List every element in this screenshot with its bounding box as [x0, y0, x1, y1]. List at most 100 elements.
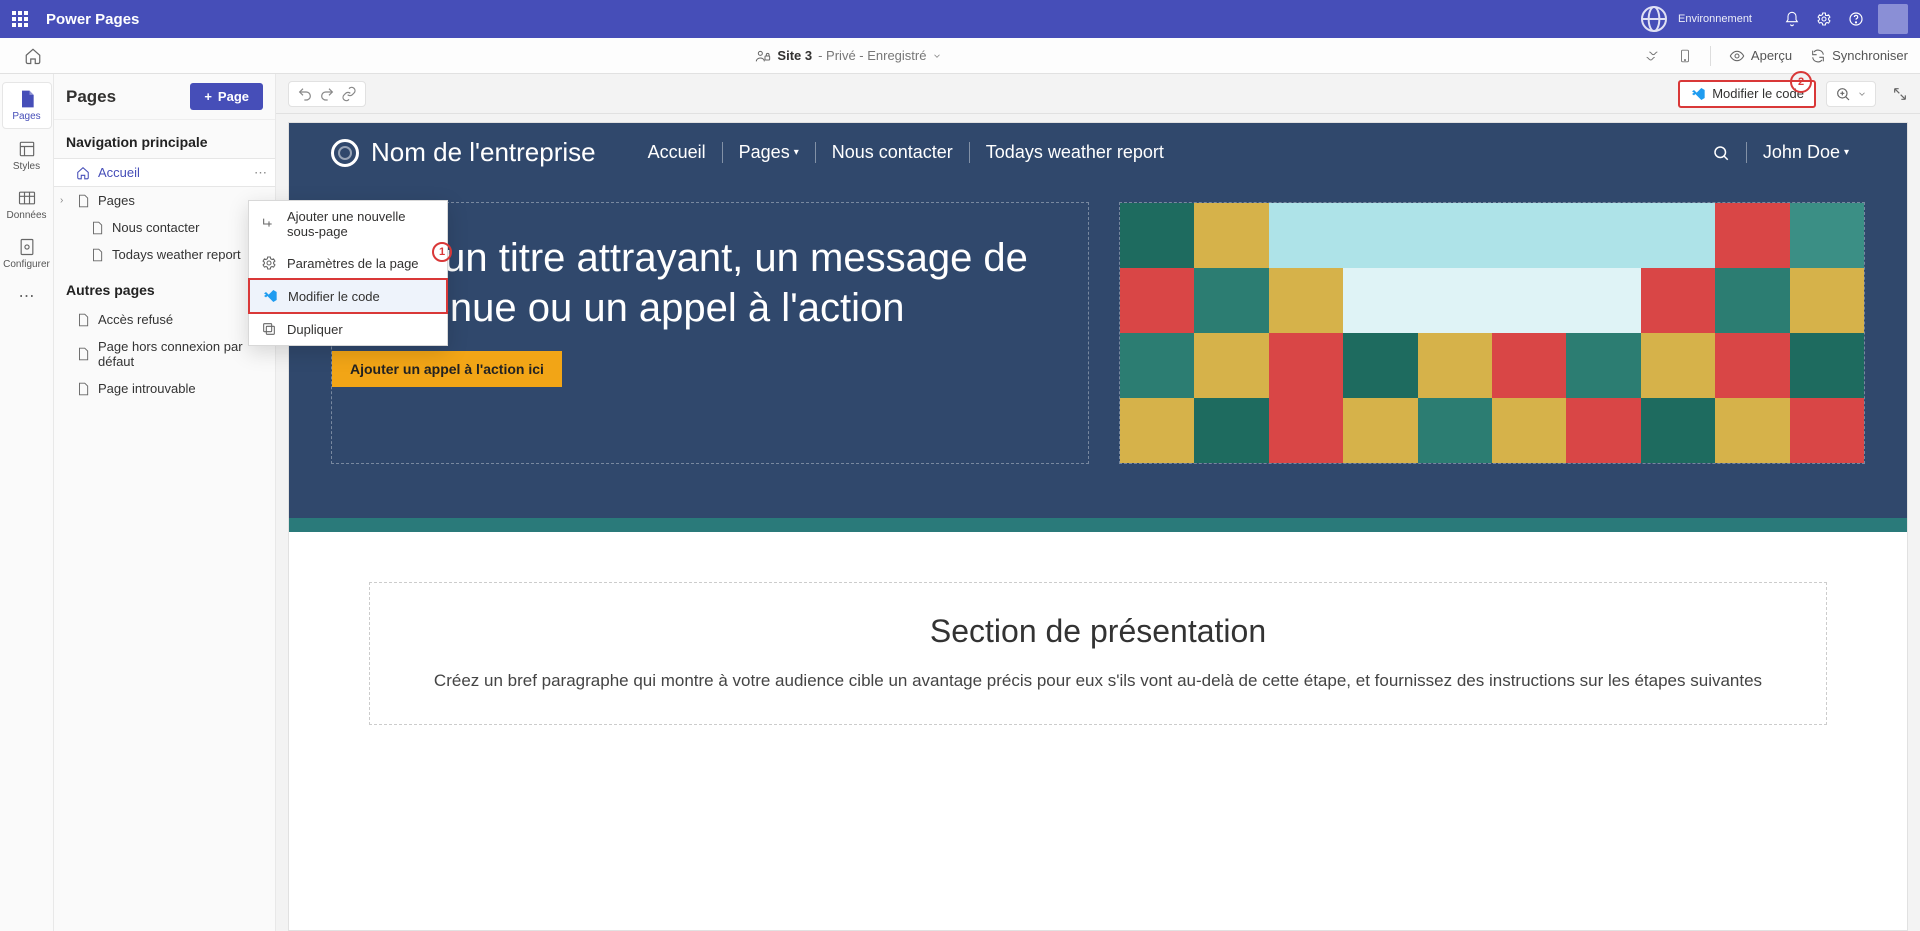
app-title: Power Pages [46, 11, 139, 28]
ellipsis-icon: ⋯ [19, 286, 35, 306]
titlebar: Power Pages Environnement [0, 0, 1920, 38]
nav-link-pages[interactable]: Pages▾ [722, 142, 815, 163]
gear-icon [261, 255, 277, 271]
plus-icon: + [204, 89, 212, 104]
chevron-down-icon [932, 51, 942, 61]
rail-more[interactable]: ⋯ [2, 280, 52, 312]
ctx-page-settings[interactable]: Paramètres de la page [249, 247, 447, 279]
ctx-duplicate[interactable]: Dupliquer [249, 313, 447, 345]
nav-link-label: Nous contacter [832, 142, 953, 163]
sync-label: Synchroniser [1832, 48, 1908, 63]
chevron-down-icon[interactable] [1857, 89, 1867, 99]
presentation-box[interactable]: Section de présentation Créez un bref pa… [369, 582, 1827, 725]
help-icon[interactable] [1840, 3, 1872, 35]
ctx-label: Paramètres de la page [287, 256, 419, 271]
tree-item-label: Todays weather report [112, 247, 241, 262]
add-subpage-icon [261, 216, 277, 232]
user-avatar[interactable] [1878, 4, 1908, 34]
tree-item-label: Accueil [98, 165, 140, 180]
copilot-button[interactable] [1644, 48, 1660, 64]
section-text: Créez un bref paragraphe qui montre à vo… [410, 668, 1786, 694]
home-icon [76, 166, 90, 180]
tree-item-offline[interactable]: Page hors connexion par défaut [54, 333, 275, 375]
ctx-add-subpage[interactable]: Ajouter une nouvelle sous-page [249, 201, 447, 247]
file-icon [76, 194, 90, 208]
add-page-button[interactable]: + Page [190, 83, 263, 110]
link-icon[interactable] [341, 86, 357, 102]
brand-icon [331, 139, 359, 167]
people-lock-icon [755, 48, 771, 64]
panel-title: Pages [66, 87, 116, 107]
rail-configure[interactable]: Configurer [2, 231, 52, 276]
rail-label: Configurer [3, 259, 50, 270]
site-picker[interactable]: Site 3 - Privé - Enregistré [54, 48, 1644, 64]
settings-icon[interactable] [1808, 3, 1840, 35]
ctx-label: Modifier le code [288, 289, 380, 304]
tree-item-label: Page introuvable [98, 381, 196, 396]
tree-item-label: Page hors connexion par défaut [98, 339, 263, 369]
environment-picker[interactable]: Environnement [1638, 3, 1752, 35]
tree-item-contact[interactable]: Nous contacter [54, 214, 275, 241]
tree-item-label: Nous contacter [112, 220, 199, 235]
site-navbar: Nom de l'entreprise Accueil Pages▾ Nous … [289, 123, 1907, 182]
presentation-section: Section de présentation Créez un bref pa… [289, 532, 1907, 775]
expand-icon[interactable] [1892, 86, 1908, 102]
nav-link-weather[interactable]: Todays weather report [969, 142, 1180, 163]
hero-image-block[interactable] [1119, 202, 1865, 464]
sync-button[interactable]: Synchroniser [1810, 48, 1908, 64]
site-name: Site 3 [777, 48, 812, 63]
environment-label: Environnement [1678, 13, 1752, 25]
file-icon [76, 347, 90, 361]
configure-icon [17, 237, 37, 257]
notifications-icon[interactable] [1776, 3, 1808, 35]
preview-button[interactable]: Aperçu [1729, 48, 1792, 64]
rail-data[interactable]: Données [2, 182, 52, 227]
sync-icon [1810, 48, 1826, 64]
nav-link-label: Todays weather report [986, 142, 1164, 163]
divider-band [289, 518, 1907, 532]
home-icon[interactable] [24, 47, 42, 65]
hero-cta-button[interactable]: Ajouter un appel à l'action ici [332, 351, 562, 387]
file-icon [90, 248, 104, 262]
redo-icon[interactable] [319, 86, 335, 102]
app-launcher-icon[interactable] [12, 11, 28, 27]
tree-item-notfound[interactable]: Page introuvable [54, 375, 275, 402]
tree-item-weather[interactable]: Todays weather report [54, 241, 275, 268]
file-icon [76, 313, 90, 327]
add-page-label: Page [218, 89, 249, 104]
chevron-right-icon[interactable]: › [60, 195, 63, 206]
brand-text: Nom de l'entreprise [371, 137, 596, 168]
nav-search[interactable] [1696, 144, 1746, 162]
page-icon [17, 89, 37, 109]
canvas-toolbar: Modifier le code [276, 74, 1920, 114]
rail-pages[interactable]: Pages [2, 82, 52, 129]
ellipsis-icon[interactable]: ⋯ [254, 165, 267, 181]
file-icon [76, 382, 90, 396]
tree-item-pages[interactable]: › Pages [54, 187, 275, 214]
rail-styles[interactable]: Styles [2, 133, 52, 178]
nav-user[interactable]: John Doe ▾ [1746, 142, 1865, 163]
edit-code-label: Modifier le code [1712, 86, 1804, 101]
ctx-edit-code[interactable]: Modifier le code [248, 278, 448, 314]
undo-icon[interactable] [297, 86, 313, 102]
hero-image [1120, 203, 1864, 463]
tree-item-accueil[interactable]: Accueil ⋯ [54, 158, 275, 187]
nav-link-contact[interactable]: Nous contacter [815, 142, 969, 163]
zoom-icon[interactable] [1835, 86, 1851, 102]
device-button[interactable] [1678, 48, 1692, 64]
styles-icon [17, 139, 37, 159]
other-pages-header: Autres pages [54, 268, 275, 306]
eye-icon [1729, 48, 1745, 64]
site-brand[interactable]: Nom de l'entreprise [331, 137, 596, 168]
nav-link-accueil[interactable]: Accueil [632, 142, 722, 163]
vscode-icon [1690, 86, 1706, 102]
user-name: John Doe [1763, 142, 1840, 163]
globe-icon [1638, 3, 1670, 35]
ctx-label: Dupliquer [287, 322, 343, 337]
caret-down-icon: ▾ [1844, 147, 1849, 158]
site-status: - Privé - Enregistré [818, 48, 926, 63]
preview-label: Aperçu [1751, 48, 1792, 63]
tree-item-denied[interactable]: Accès refusé [54, 306, 275, 333]
nav-link-label: Pages [739, 142, 790, 163]
command-bar: Site 3 - Privé - Enregistré Aperçu Synch… [0, 38, 1920, 74]
